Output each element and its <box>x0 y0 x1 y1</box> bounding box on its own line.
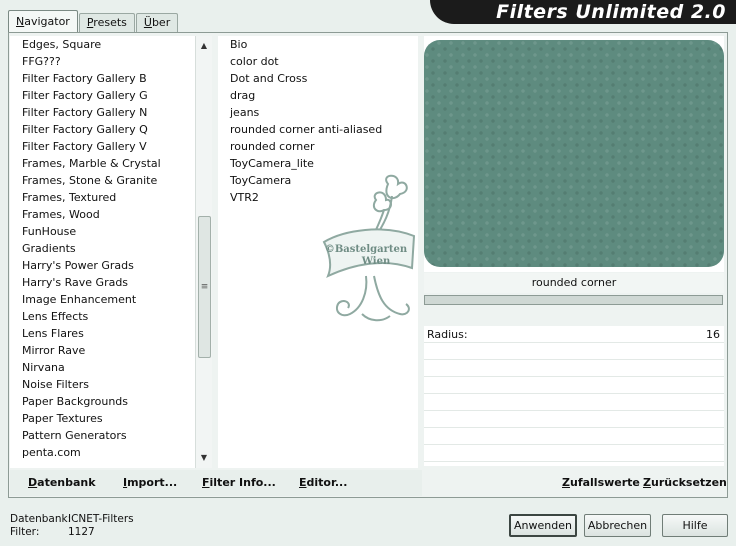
filter-info-button[interactable]: Filter Info... <box>202 476 276 489</box>
category-item[interactable]: Frames, Marble & Crystal <box>10 155 195 172</box>
category-item[interactable]: Filter Factory Gallery Q <box>10 121 195 138</box>
import-button[interactable]: Import... <box>123 476 177 489</box>
category-item[interactable]: Filter Factory Gallery N <box>10 104 195 121</box>
filter-item[interactable]: ToyCamera_lite <box>218 155 418 172</box>
param-row-empty <box>424 428 724 445</box>
database-button[interactable]: Datenbank <box>28 476 96 489</box>
category-item[interactable]: Filter Factory Gallery B <box>10 70 195 87</box>
watermark-logo: ©Bastelgarten Wien <box>322 174 416 322</box>
status-db-label: Datenbank: <box>10 513 72 525</box>
category-item[interactable]: Filter Factory Gallery G <box>10 87 195 104</box>
tab-bar: Navigator Presets Über <box>8 10 179 32</box>
category-item[interactable]: penta.com <box>10 444 195 461</box>
status-filter-label: Filter: <box>10 526 40 538</box>
parameter-list: Radius: 16 <box>424 326 724 466</box>
preview-image[interactable] <box>424 40 724 267</box>
category-item[interactable]: Image Enhancement <box>10 291 195 308</box>
category-item[interactable]: Harry's Rave Grads <box>10 274 195 291</box>
param-row-empty <box>424 394 724 411</box>
category-item[interactable]: Harry's Power Grads <box>10 257 195 274</box>
category-item[interactable]: Frames, Wood <box>10 206 195 223</box>
category-item[interactable]: Mirror Rave <box>10 342 195 359</box>
filter-item[interactable]: color dot <box>218 53 418 70</box>
param-row-empty <box>424 445 724 462</box>
app-title: Filters Unlimited 2.0 <box>430 0 736 24</box>
param-row-empty <box>424 377 724 394</box>
param-value: 16 <box>706 328 720 341</box>
category-item[interactable]: Gradients <box>10 240 195 257</box>
filter-item[interactable]: Bio <box>218 36 418 53</box>
param-row-empty <box>424 360 724 377</box>
category-panel: Edges, Square FFG??? Filter Factory Gall… <box>10 36 212 468</box>
editor-button[interactable]: Editor... <box>299 476 347 489</box>
watermark-text-line2: Wien <box>361 256 391 267</box>
category-item[interactable]: Filter Factory Gallery V <box>10 138 195 155</box>
randomize-button[interactable]: Zufallswerte <box>562 476 640 489</box>
category-item[interactable]: Frames, Textured <box>10 189 195 206</box>
category-item[interactable]: Edges, Square <box>10 36 195 53</box>
filter-item[interactable]: drag <box>218 87 418 104</box>
category-item[interactable]: Paper Textures <box>10 410 195 427</box>
scroll-thumb[interactable]: ≡ <box>198 216 211 358</box>
apply-button[interactable]: Anwenden <box>509 514 577 537</box>
tab-navigator[interactable]: Navigator <box>8 10 78 32</box>
category-item[interactable]: Paper Backgrounds <box>10 393 195 410</box>
param-row-empty <box>424 343 724 360</box>
status-info: Datenbank:ICNET-Filters Filter: 1127 <box>10 513 134 539</box>
filter-item[interactable]: jeans <box>218 104 418 121</box>
category-item[interactable]: Nirvana <box>10 359 195 376</box>
filter-item-selected[interactable]: rounded corner <box>218 138 418 155</box>
filter-item[interactable]: rounded corner anti-aliased <box>218 121 418 138</box>
category-item[interactable]: Frames, Stone & Granite <box>10 172 195 189</box>
filter-item[interactable]: Dot and Cross <box>218 70 418 87</box>
category-item[interactable]: Pattern Generators <box>10 427 195 444</box>
action-bar: Datenbank Import... Filter Info... Edito… <box>10 470 422 496</box>
selected-filter-label: rounded corner <box>424 273 724 293</box>
watermark-text-line1: ©Bastelgarten <box>325 244 408 255</box>
help-button[interactable]: Hilfe <box>662 514 728 537</box>
category-item[interactable]: Lens Flares <box>10 325 195 342</box>
status-filter-value: 1127 <box>68 526 95 538</box>
scroll-up-icon[interactable]: ▲ <box>196 38 212 54</box>
filter-panel: Bio color dot Dot and Cross drag jeans r… <box>218 36 418 468</box>
reset-button[interactable]: Zurücksetzen <box>643 476 727 489</box>
tab-presets[interactable]: Presets <box>78 13 135 32</box>
category-scrollbar[interactable]: ▲ ≡ ▼ <box>195 36 212 468</box>
category-item[interactable]: FunHouse <box>10 223 195 240</box>
progress-bar <box>424 295 723 305</box>
status-db-value: ICNET-Filters <box>68 513 134 525</box>
category-item[interactable]: FFG??? <box>10 53 195 70</box>
category-item[interactable]: Noise Filters <box>10 376 195 393</box>
param-action-bar: Zufallswerte Zurücksetzen <box>424 470 727 496</box>
param-label: Radius: <box>427 328 468 341</box>
param-row-radius[interactable]: Radius: 16 <box>424 326 724 343</box>
tab-uber[interactable]: Über <box>135 13 179 32</box>
category-item[interactable]: Lens Effects <box>10 308 195 325</box>
scroll-down-icon[interactable]: ▼ <box>196 450 212 466</box>
category-list[interactable]: Edges, Square FFG??? Filter Factory Gall… <box>10 36 195 468</box>
param-row-empty <box>424 411 724 428</box>
cancel-button[interactable]: Abbrechen <box>584 514 651 537</box>
